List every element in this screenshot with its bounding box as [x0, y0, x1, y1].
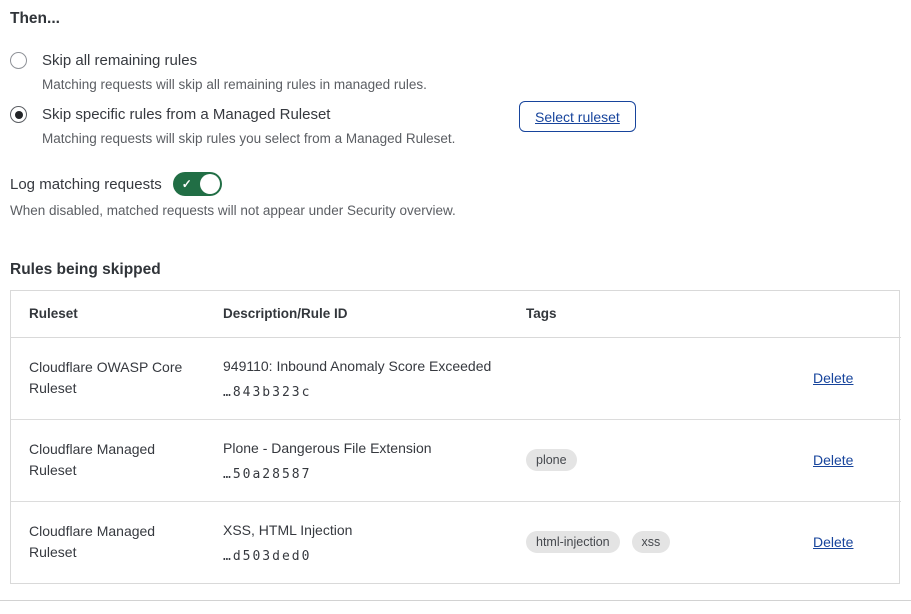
waf-skip-rule-config-panel: Then... Skip all remaining rules Matchin… — [0, 0, 911, 614]
select-ruleset-button[interactable]: Select ruleset — [519, 101, 636, 132]
rules-being-skipped-table: Ruleset Description/Rule ID Tags Cloudfl… — [10, 290, 900, 584]
ruleset-name: Cloudflare OWASP Core Ruleset — [29, 357, 189, 399]
rule-description: XSS, HTML Injection — [223, 521, 526, 539]
table-header-row: Ruleset Description/Rule ID Tags — [11, 291, 901, 337]
log-matching-requests-toggle[interactable]: ✓ — [173, 172, 222, 196]
tag-pill: xss — [632, 531, 671, 553]
table-row: Cloudflare Managed Ruleset Plone - Dange… — [11, 419, 901, 501]
option-description-skip-specific: Matching requests will skip rules you se… — [42, 130, 455, 148]
option-skip-specific-rules: Skip specific rules from a Managed Rules… — [10, 104, 455, 148]
rule-description: Plone - Dangerous File Extension — [223, 439, 526, 457]
tags-cell — [526, 337, 813, 419]
rule-id: …843b323c — [223, 385, 526, 400]
check-icon: ✓ — [182, 176, 192, 192]
ruleset-name: Cloudflare Managed Ruleset — [29, 521, 189, 563]
delete-link[interactable]: Delete — [813, 452, 853, 468]
tag-pill: plone — [526, 449, 577, 471]
table-row: Cloudflare Managed Ruleset XSS, HTML Inj… — [11, 501, 901, 583]
toggle-knob — [200, 174, 220, 194]
log-matching-requests-description: When disabled, matched requests will not… — [10, 203, 456, 218]
tags-cell: html-injection xss — [526, 501, 813, 583]
radio-skip-specific-rules[interactable] — [10, 106, 27, 123]
column-header-tags: Tags — [526, 291, 813, 337]
rule-id: …50a28587 — [223, 467, 526, 482]
tags-cell: plone — [526, 419, 813, 501]
column-header-description-rule-id: Description/Rule ID — [223, 291, 526, 337]
option-label-skip-specific[interactable]: Skip specific rules from a Managed Rules… — [42, 104, 455, 125]
option-label-skip-all[interactable]: Skip all remaining rules — [42, 50, 427, 71]
radio-skip-all-remaining-rules[interactable] — [10, 52, 27, 69]
option-skip-all-remaining-rules: Skip all remaining rules Matching reques… — [10, 50, 427, 94]
ruleset-name: Cloudflare Managed Ruleset — [29, 439, 189, 481]
tag-pill: html-injection — [526, 531, 620, 553]
rules-being-skipped-heading: Rules being skipped — [10, 261, 161, 279]
column-header-actions — [813, 291, 901, 337]
log-matching-requests-row: Log matching requests ✓ — [10, 172, 222, 196]
table-row: Cloudflare OWASP Core Ruleset 949110: In… — [11, 337, 901, 419]
delete-link[interactable]: Delete — [813, 534, 853, 550]
section-divider — [0, 600, 911, 601]
column-header-ruleset: Ruleset — [11, 291, 223, 337]
delete-link[interactable]: Delete — [813, 370, 853, 386]
rule-id: …d503ded0 — [223, 549, 526, 564]
option-description-skip-all: Matching requests will skip all remainin… — [42, 76, 427, 94]
rule-description: 949110: Inbound Anomaly Score Exceeded — [223, 357, 526, 375]
log-matching-requests-label: Log matching requests — [10, 176, 162, 193]
then-heading: Then... — [10, 10, 60, 28]
